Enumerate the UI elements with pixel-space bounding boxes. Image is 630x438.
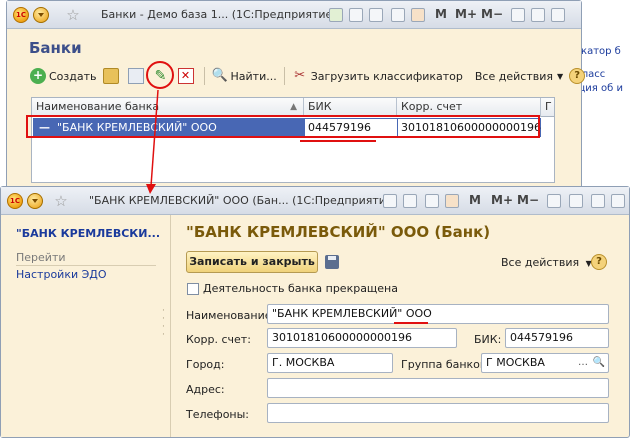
calendar-icon[interactable] — [411, 8, 425, 22]
nav-object-title[interactable]: "БАНК КРЕМЛЕВСКИ... — [16, 227, 160, 240]
sort-arrow-icon: ▲ — [290, 102, 297, 112]
memory-m-button[interactable]: M — [469, 193, 481, 207]
page-title: "БАНК КРЕМЛЕВСКИЙ" ООО (Банк) — [186, 223, 491, 241]
page-title: Банки — [29, 39, 82, 57]
toolbar-separator — [283, 67, 285, 85]
all-actions-label: Все действия — [501, 256, 580, 269]
chevron-down-icon: ▼ — [556, 71, 564, 81]
bank-closed-label: Деятельность банка прекращена — [203, 282, 398, 295]
minimize-icon[interactable] — [569, 194, 583, 208]
memory-mplus-button[interactable]: M+ — [491, 193, 513, 207]
window-title: "БАНК КРЕМЛЕВСКИЙ" ООО (Бан... (1С:Предп… — [89, 194, 397, 207]
corr-account-label: Корр. счет: — [186, 333, 251, 346]
info-icon[interactable] — [511, 8, 525, 22]
plus-icon: + — [30, 68, 46, 84]
window-title: Банки - Демо база 1... (1С:Предприятие) — [101, 8, 337, 21]
copy-window-icon[interactable] — [349, 8, 363, 22]
corr-account-field[interactable]: 30101810600000000196 — [267, 328, 457, 348]
memory-m-button[interactable]: M — [435, 7, 447, 21]
create-folder-button[interactable] — [100, 66, 125, 86]
bank-group-field[interactable]: Г МОСКВА … 🔍 — [481, 353, 609, 373]
name-label: Наименование: — [186, 309, 276, 322]
phones-field[interactable] — [267, 403, 609, 423]
calculator-icon[interactable] — [425, 194, 439, 208]
load-classifier-label: Загрузить классификатор — [310, 69, 463, 83]
close-icon[interactable] — [611, 194, 625, 208]
nav-section-divider — [16, 265, 156, 266]
all-actions-label: Все действия — [474, 69, 553, 83]
help-icon[interactable]: ? — [591, 254, 607, 270]
save-and-close-button[interactable]: Записать и закрыть — [186, 251, 318, 273]
splitter-handle[interactable]: · · · · — [162, 307, 168, 347]
bank-closed-checkbox[interactable] — [187, 283, 199, 295]
bank-group-value: Г МОСКВА — [486, 356, 545, 369]
column-header-more[interactable]: Г — [541, 98, 555, 117]
annotation-underline-bik — [300, 140, 376, 142]
bank-form-window: 1С ☆ "БАНК КРЕМЛЕВСКИЙ" ООО (Бан... (1С:… — [0, 186, 630, 438]
load-classifier-button[interactable]: ✂ Загрузить классификатор — [289, 66, 466, 86]
city-field[interactable]: Г. МОСКВА — [267, 353, 393, 373]
minimize-icon[interactable] — [531, 8, 545, 22]
select-dots-icon[interactable]: … — [575, 355, 591, 371]
find-button[interactable]: 🔍 Найти... — [209, 66, 280, 86]
column-header-label: Наименование банка — [36, 100, 160, 113]
menu-dropdown-icon[interactable] — [33, 7, 49, 23]
nav-link-edo-settings[interactable]: Настройки ЭДО — [16, 268, 107, 281]
calendar-icon[interactable] — [445, 194, 459, 208]
favorite-star-icon[interactable]: ☆ — [65, 7, 81, 23]
memory-mminus-button[interactable]: M− — [481, 7, 503, 21]
menu-dropdown-icon[interactable] — [27, 193, 43, 209]
copy-icon — [127, 68, 144, 84]
load-classifier-icon: ✂ — [294, 68, 306, 83]
favorite-star-icon[interactable]: ☆ — [53, 193, 69, 209]
1c-logo-icon[interactable]: 1С — [13, 7, 29, 23]
bik-field[interactable]: 044579196 — [505, 328, 609, 348]
bik-label: БИК: — [474, 333, 502, 346]
search-icon: 🔍 — [211, 68, 228, 83]
delete-icon: ✕ — [177, 68, 194, 84]
nav-section-header: Перейти — [16, 251, 66, 264]
bank-group-label: Группа банков: — [401, 358, 491, 371]
navigate-icon[interactable] — [329, 8, 343, 22]
city-label: Город: — [186, 358, 225, 371]
annotation-underline-name — [394, 322, 428, 324]
create-label: Создать — [49, 69, 97, 83]
save-disk-icon[interactable] — [325, 255, 339, 269]
open-search-icon[interactable]: 🔍 — [591, 355, 607, 371]
annotation-circle — [146, 61, 174, 89]
all-actions-button[interactable]: Все действия ▼ — [501, 256, 592, 269]
print-icon[interactable] — [369, 8, 383, 22]
help-button[interactable]: ? — [566, 66, 591, 86]
create-button[interactable]: + Создать — [27, 66, 100, 86]
banks-table: Наименование банка ▲ БИК Корр. счет Г — … — [31, 97, 555, 183]
navigation-panel: "БАНК КРЕМЛЕВСКИ... Перейти Настройки ЭД… — [1, 215, 171, 437]
info-icon[interactable] — [547, 194, 561, 208]
copy-window-icon[interactable] — [383, 194, 397, 208]
address-field[interactable] — [267, 378, 609, 398]
1c-logo-icon[interactable]: 1С — [7, 193, 23, 209]
memory-mplus-button[interactable]: M+ — [455, 7, 477, 21]
phones-label: Телефоны: — [186, 408, 250, 421]
window-titlebar: 1С ☆ "БАНК КРЕМЛЕВСКИЙ" ООО (Бан... (1С:… — [1, 187, 629, 215]
annotation-row-outline — [26, 115, 540, 138]
banks-list-window: 1С ☆ Банки - Демо база 1... (1С:Предприя… — [6, 0, 586, 195]
maximize-icon[interactable] — [591, 194, 605, 208]
print-icon[interactable] — [403, 194, 417, 208]
toolbar-separator — [203, 67, 205, 85]
calculator-icon[interactable] — [391, 8, 405, 22]
help-icon: ? — [569, 68, 586, 84]
all-actions-button[interactable]: Все действия ▼ — [472, 66, 566, 86]
delete-button[interactable]: ✕ — [175, 66, 200, 86]
window-titlebar: 1С ☆ Банки - Демо база 1... (1С:Предприя… — [7, 1, 581, 29]
name-field[interactable]: "БАНК КРЕМЛЕВСКИЙ" ООО — [267, 304, 609, 324]
memory-mminus-button[interactable]: M− — [517, 193, 539, 207]
close-icon[interactable] — [551, 8, 565, 22]
find-label: Найти... — [230, 69, 277, 83]
folder-add-icon — [102, 68, 119, 84]
command-bar: + Создать ✎ ✕ 🔍 Найти... ✂ Загрузить кла… — [27, 65, 591, 87]
address-label: Адрес: — [186, 383, 225, 396]
